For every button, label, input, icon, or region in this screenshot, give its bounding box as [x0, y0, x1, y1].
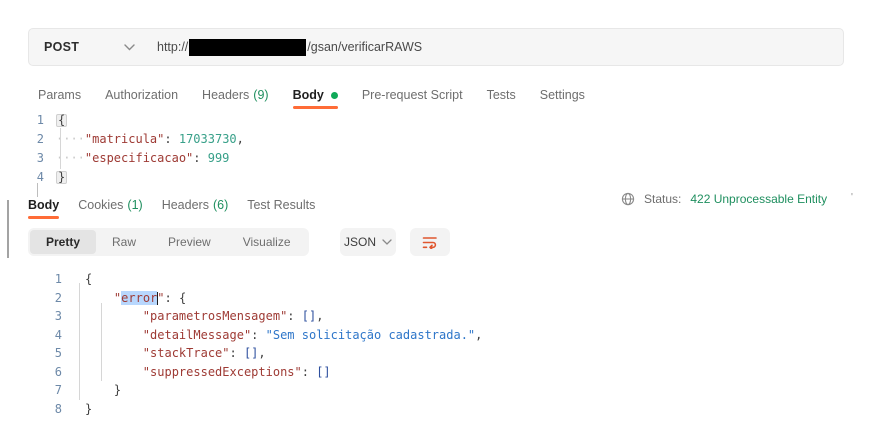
code-line: 2 "error": { — [0, 289, 482, 308]
tab-count-badge: (9) — [253, 88, 268, 102]
tab-count-badge: (6) — [213, 198, 228, 212]
code-line: 7 } — [0, 381, 482, 400]
response-tab-headers[interactable]: Headers (6) — [162, 198, 229, 212]
view-mode-visualize[interactable]: Visualize — [227, 230, 307, 254]
method-select[interactable]: POST — [29, 29, 145, 65]
tab-label: Settings — [540, 88, 585, 102]
response-tabs: Body Cookies (1) Headers (6) Test Results — [28, 196, 315, 214]
url-prefix: http:// — [157, 40, 188, 54]
code-line: 5 "stackTrace": [], — [0, 344, 482, 363]
method-label: POST — [44, 40, 79, 54]
code-line: 1{ — [0, 110, 244, 129]
request-tabs: Params Authorization Headers (9) Body Pre-req… — [38, 86, 585, 104]
request-tab-headers[interactable]: Headers (9) — [202, 88, 269, 102]
url-input[interactable]: http:// /gsan/verificarRAWS — [157, 39, 422, 56]
request-tab-authorization[interactable]: Authorization — [105, 88, 178, 102]
format-label: JSON — [344, 235, 376, 249]
tab-label: Headers — [202, 88, 249, 102]
code-text: { — [56, 113, 67, 127]
redacted-host — [189, 39, 306, 56]
line-number: 1 — [0, 113, 44, 127]
request-url-bar: POST http:// /gsan/verificarRAWS — [28, 28, 844, 66]
view-mode-pretty[interactable]: Pretty — [30, 230, 96, 254]
code-line: 2 ····"matricula": 17033730, — [0, 129, 244, 148]
status-value[interactable]: 422 Unprocessable Entity — [690, 192, 827, 206]
app: { "colors": { "accent_orange": "#ff6c37"… — [0, 0, 888, 426]
code-line: 8} — [0, 400, 482, 419]
tab-label: Pre-request Script — [362, 88, 463, 102]
tab-label: Body — [28, 198, 59, 212]
code-line: 1{ — [0, 270, 482, 289]
response-tab-test-results[interactable]: Test Results — [247, 198, 315, 212]
code-text: } — [85, 402, 92, 416]
chevron-down-icon — [382, 239, 392, 245]
view-mode-preview[interactable]: Preview — [152, 230, 227, 254]
code-text: "parametrosMensagem": [], — [85, 309, 323, 323]
code-line: 6 "suppressedExceptions": [] — [0, 363, 482, 382]
code-line: 3 "parametrosMensagem": [], — [0, 307, 482, 326]
wrap-text-icon — [422, 235, 438, 249]
line-number: 2 — [0, 291, 62, 305]
line-number: 6 — [0, 365, 62, 379]
code-text: ····"especificacao": 999 — [56, 151, 229, 165]
truncated-edge-text: ' — [851, 192, 853, 203]
line-number: 7 — [0, 383, 62, 397]
url-suffix: /gsan/verificarRAWS — [307, 40, 422, 54]
tab-label: Tests — [487, 88, 516, 102]
code-text: "detailMessage": "Sem solicitação cadast… — [85, 328, 482, 342]
tab-label: Test Results — [247, 198, 315, 212]
view-mode-raw[interactable]: Raw — [96, 230, 152, 254]
tab-label: Body — [293, 88, 324, 102]
line-number: 4 — [0, 170, 44, 184]
response-tab-body[interactable]: Body — [28, 198, 59, 212]
fold-guide — [101, 303, 102, 381]
request-tab-pre-request-script[interactable]: Pre-request Script — [362, 88, 463, 102]
tab-label: Params — [38, 88, 81, 102]
request-tab-params[interactable]: Params — [38, 88, 81, 102]
divider — [37, 183, 38, 197]
code-line: 3 ····"especificacao": 999 — [0, 148, 244, 167]
response-view-modes: PrettyRawPreviewVisualize — [28, 228, 309, 256]
fold-guide — [79, 283, 80, 400]
tab-count-badge: (1) — [127, 198, 142, 212]
line-number: 3 — [0, 151, 44, 165]
line-number: 1 — [0, 272, 62, 286]
code-text: "suppressedExceptions": [] — [85, 365, 331, 379]
line-number: 3 — [0, 309, 62, 323]
request-tab-body[interactable]: Body — [293, 88, 338, 102]
code-text: { — [85, 272, 92, 286]
code-line: 4 "detailMessage": "Sem solicitação cada… — [0, 326, 482, 345]
response-tab-cookies[interactable]: Cookies (1) — [78, 198, 142, 212]
line-number: 5 — [0, 346, 62, 360]
modified-dot-icon — [331, 92, 338, 99]
line-number: 2 — [0, 132, 44, 146]
format-select[interactable]: JSON — [340, 228, 396, 256]
status-label: Status: — [644, 192, 681, 206]
wrap-text-button[interactable] — [410, 228, 450, 256]
code-text: } — [85, 383, 121, 397]
response-status: Status: 422 Unprocessable Entity — [621, 192, 827, 206]
fold-guide — [60, 128, 61, 169]
line-number: 4 — [0, 328, 62, 342]
request-tab-settings[interactable]: Settings — [540, 88, 585, 102]
code-text: } — [56, 170, 67, 184]
globe-icon — [621, 192, 635, 206]
line-number: 8 — [0, 402, 62, 416]
request-body-editor[interactable]: 1{2····"matricula": 17033730,3····"espec… — [0, 110, 244, 186]
tab-label: Cookies — [78, 198, 123, 212]
tab-label: Headers — [162, 198, 209, 212]
code-text: ····"matricula": 17033730, — [56, 132, 244, 146]
response-body-editor[interactable]: 1{2 "error": {3 "parametrosMensagem": []… — [0, 270, 482, 418]
panel-divider — [7, 200, 9, 258]
tab-label: Authorization — [105, 88, 178, 102]
request-tab-tests[interactable]: Tests — [487, 88, 516, 102]
code-text: "stackTrace": [], — [85, 346, 266, 360]
chevron-down-icon — [124, 44, 135, 51]
